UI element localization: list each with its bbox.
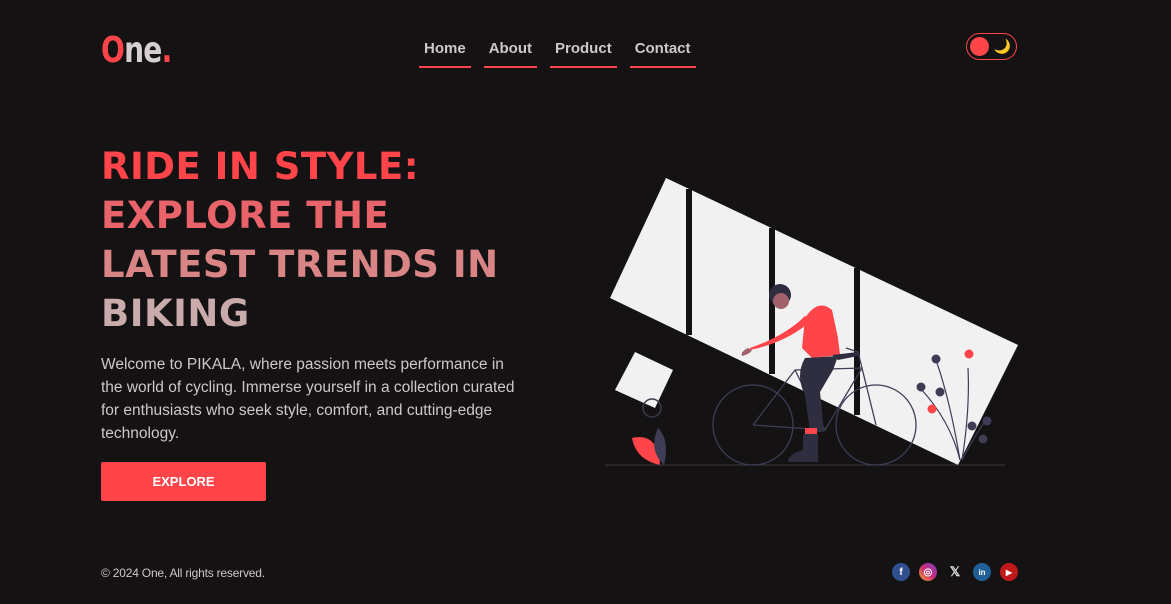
moon-icon: 🌙 <box>993 38 1011 54</box>
explore-button[interactable]: EXPLORE <box>101 462 266 501</box>
hero-intro: Welcome to PIKALA, where passion meets p… <box>101 356 515 442</box>
facebook-icon[interactable]: f <box>892 563 910 581</box>
hero-headline: RIDE IN STYLE: EXPLORE THE LATEST TRENDS… <box>101 142 561 338</box>
small-square <box>615 352 673 408</box>
headline-line-3: LATEST TRENDS IN <box>101 243 499 286</box>
logo-text: ne <box>124 30 162 71</box>
linkedin-icon[interactable]: in <box>973 563 991 581</box>
logo-dot: . <box>161 30 173 71</box>
toggle-knob <box>970 37 989 56</box>
nav-home[interactable]: Home <box>419 40 471 68</box>
social-links: f ◎ 𝕏 in ▶ <box>892 563 1018 581</box>
instagram-icon[interactable]: ◎ <box>919 563 937 581</box>
logo[interactable]: One. <box>101 30 173 71</box>
x-icon[interactable]: 𝕏 <box>946 563 964 581</box>
headline-line-1: RIDE IN STYLE: <box>101 145 420 188</box>
copyright-text: © 2024 One, All rights reserved. <box>101 566 265 580</box>
nav-contact[interactable]: Contact <box>629 40 696 68</box>
youtube-icon[interactable]: ▶ <box>1000 563 1018 581</box>
cyclist-illustration <box>605 178 1018 466</box>
nav-product[interactable]: Product <box>550 40 617 68</box>
theme-toggle[interactable]: 🌙 <box>966 33 1017 60</box>
nav-about[interactable]: About <box>483 40 538 68</box>
headline-line-4: BIKING <box>101 292 250 335</box>
main-nav: Home About Product Contact <box>419 40 696 68</box>
headline-line-2: EXPLORE THE <box>101 194 390 237</box>
logo-letter-o: O <box>101 30 125 71</box>
